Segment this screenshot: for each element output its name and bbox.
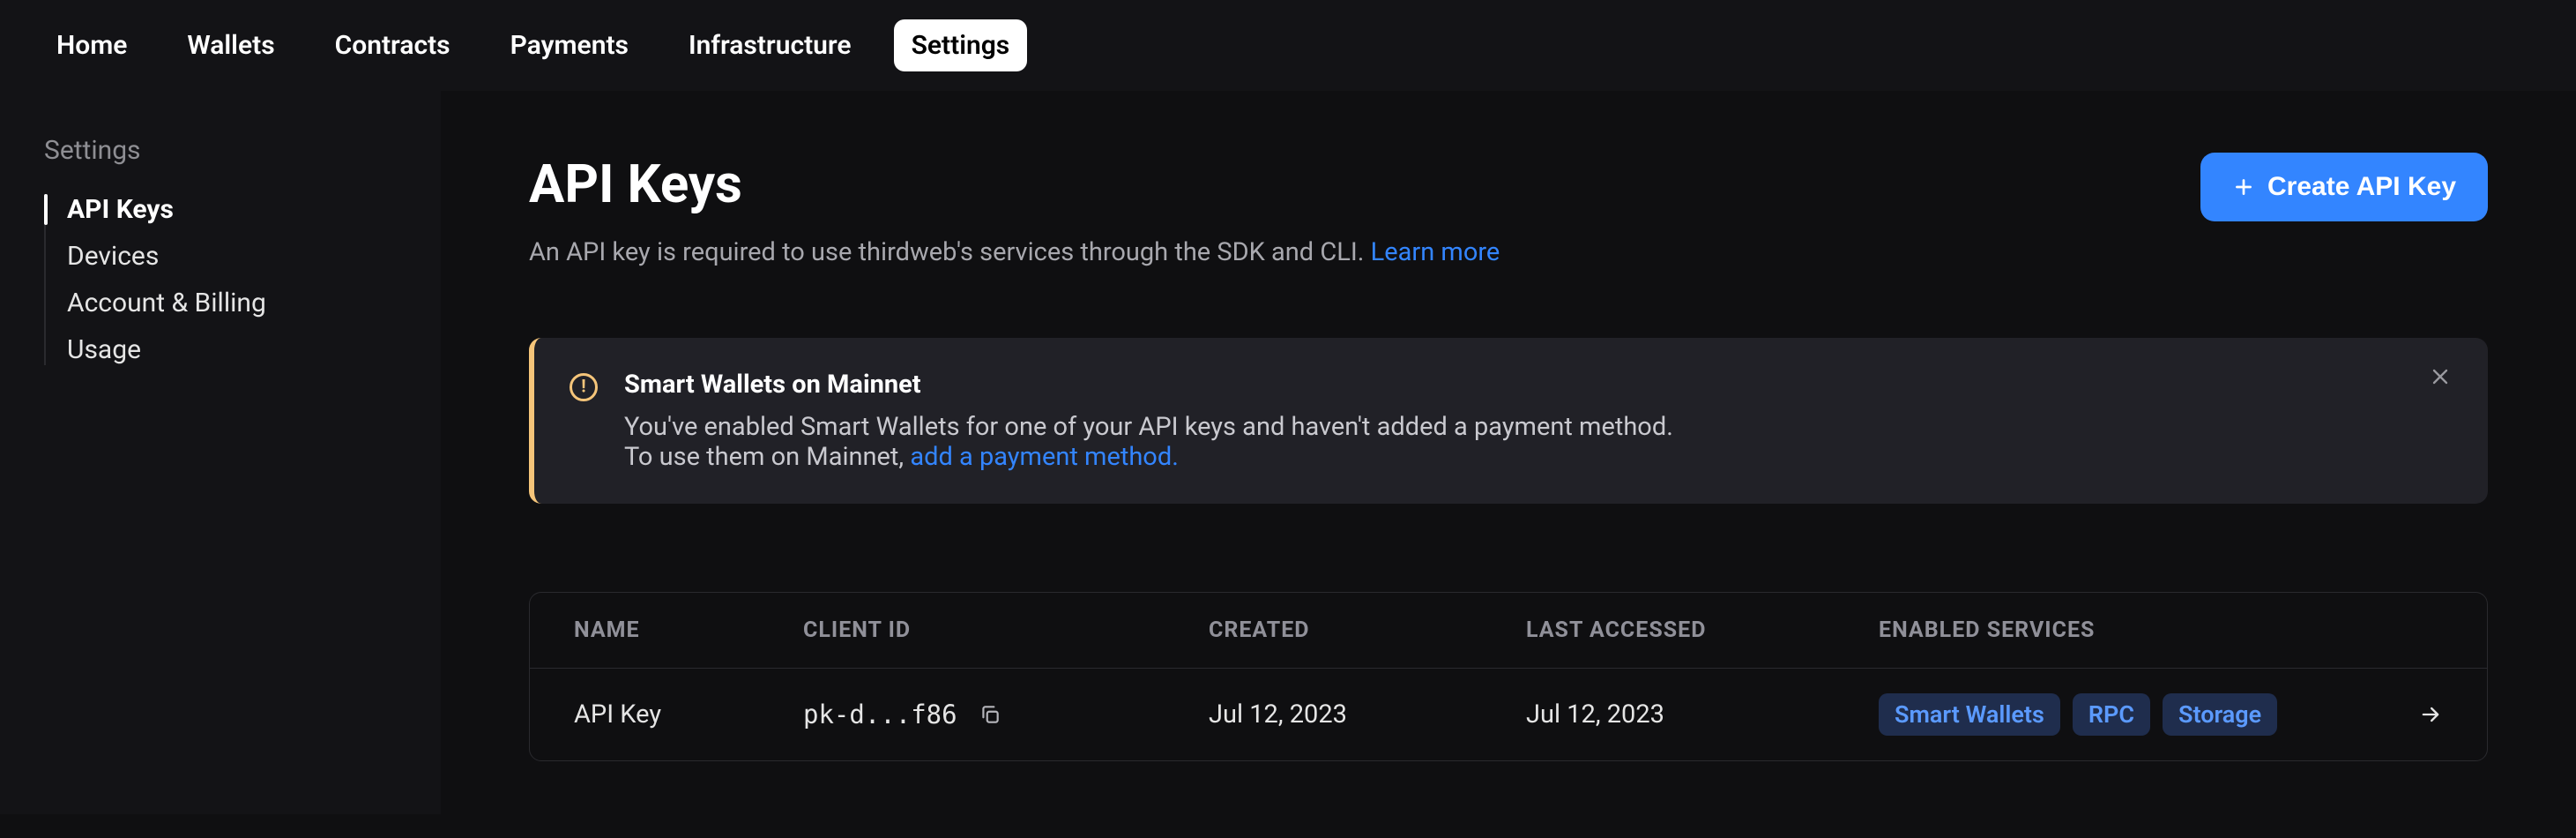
notice-banner: Smart Wallets on Mainnet You've enabled … [529,338,2488,504]
nav-wallets[interactable]: Wallets [169,19,292,71]
top-nav: Home Wallets Contracts Payments Infrastr… [0,0,2576,91]
banner-line1: You've enabled Smart Wallets for one of … [624,412,1673,442]
nav-payments[interactable]: Payments [493,19,646,71]
warning-icon [570,373,598,401]
client-id-value: pk-d...f86 [803,700,957,730]
arrow-right-icon[interactable] [2418,702,2443,727]
col-enabled-services: ENABLED SERVICES [1879,617,2372,643]
nav-home[interactable]: Home [39,19,145,71]
col-client-id: CLIENT ID [803,617,1209,643]
sidebar: Settings API Keys Devices Account & Bill… [0,91,441,814]
sidebar-item-devices[interactable]: Devices [67,241,397,272]
service-badge: Smart Wallets [1879,693,2060,736]
sidebar-title: Settings [44,135,397,166]
table-row[interactable]: API Key pk-d...f86 Jul 12, 2023 Jul 12, … [530,669,2487,760]
col-last-accessed: LAST ACCESSED [1526,617,1879,643]
table-header: NAME CLIENT ID CREATED LAST ACCESSED ENA… [530,593,2487,669]
cell-services: Smart Wallets RPC Storage [1879,693,2372,736]
api-keys-table: NAME CLIENT ID CREATED LAST ACCESSED ENA… [529,592,2488,761]
close-icon[interactable] [2428,364,2453,389]
page-subtitle: An API key is required to use thirdweb's… [529,237,2488,267]
page-title: API Keys [529,153,742,215]
create-api-key-button[interactable]: Create API Key [2200,153,2488,221]
nav-contracts[interactable]: Contracts [317,19,468,71]
nav-infrastructure[interactable]: Infrastructure [671,19,869,71]
cell-created: Jul 12, 2023 [1209,700,1526,730]
add-payment-method-link[interactable]: add a payment method. [910,442,1179,472]
service-badge: Storage [2163,693,2277,736]
main-content: API Keys Create API Key An API key is re… [441,91,2576,814]
cell-last-accessed: Jul 12, 2023 [1526,700,1879,730]
col-created: CREATED [1209,617,1526,643]
nav-settings[interactable]: Settings [894,19,1028,71]
learn-more-link[interactable]: Learn more [1371,237,1500,267]
col-name: NAME [574,617,803,643]
sidebar-item-api-keys[interactable]: API Keys [67,194,397,225]
copy-icon[interactable] [979,703,1001,726]
plus-icon [2232,176,2255,198]
sidebar-item-usage[interactable]: Usage [67,334,397,365]
create-api-key-label: Create API Key [2267,172,2456,202]
subtitle-text: An API key is required to use thirdweb's… [529,237,1371,267]
cell-name: API Key [574,700,803,730]
service-badge: RPC [2073,693,2150,736]
banner-title: Smart Wallets on Mainnet [624,370,1673,400]
sidebar-item-account-billing[interactable]: Account & Billing [67,288,397,318]
cell-client-id: pk-d...f86 [803,700,1209,730]
banner-line2-prefix: To use them on Mainnet, [624,442,910,472]
